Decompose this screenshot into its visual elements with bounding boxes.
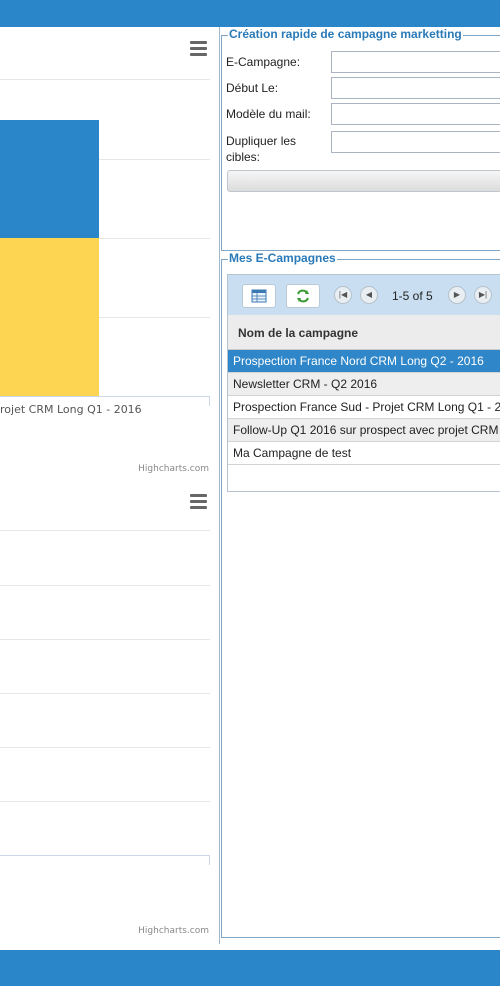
gridline [0,693,210,694]
chart-panel: Highcharts.com [0,482,219,944]
mail-template-label: Modèle du mail: [226,107,311,121]
first-page-icon[interactable]: |◀ [334,286,352,304]
bar-chart-panel: rojet CRM Long Q1 - 2016 Highcharts.com [0,27,219,482]
table-view-icon[interactable] [242,284,276,308]
table-row[interactable]: Prospection France Sud - Projet CRM Long… [228,396,500,419]
duplicate-targets-input[interactable] [331,131,500,153]
gridline [0,585,210,586]
grid-toolbar: |◀ ◀ 1-5 of 5 ▶ ▶| [228,275,500,316]
x-axis-line [0,855,210,856]
pager-info: 1-5 of 5 [392,289,433,303]
bottom-footer-bar [0,950,500,986]
top-header-bar [0,0,500,27]
table-row[interactable]: Prospection France Nord CRM Long Q2 - 20… [228,350,500,373]
hamburger-menu-icon[interactable] [190,494,207,512]
x-axis-tick [209,855,210,865]
last-page-icon[interactable]: ▶| [474,286,492,304]
next-page-icon[interactable]: ▶ [448,286,466,304]
column-header-campaign-name[interactable]: Nom de la campagne [228,315,500,350]
refresh-icon[interactable] [286,284,320,308]
my-campaigns-panel: Mes E-Campagnes |◀ ◀ 1-5 of 5 ▶ ▶| Nom d… [221,251,500,938]
submit-button[interactable] [227,170,500,192]
duplicate-targets-label: Dupliquer les cibles: [226,134,297,164]
debut-date-label: Début Le: [226,81,279,95]
gridline [0,79,210,80]
table-row[interactable]: Newsletter CRM - Q2 2016 [228,373,500,396]
ecampagne-label: E-Campagne: [226,55,301,69]
mail-template-input[interactable] [331,103,500,125]
panel-divider [219,27,220,944]
chart-credits-link[interactable]: Highcharts.com [138,464,209,474]
hamburger-menu-icon[interactable] [190,41,207,59]
gridline [0,801,210,802]
form-legend: Création rapide de campagne marketting [228,27,463,41]
campaigns-legend: Mes E-Campagnes [228,251,337,265]
chart-bar[interactable] [0,238,99,396]
gridline [0,530,210,531]
x-axis-category-label: rojet CRM Long Q1 - 2016 [0,403,142,416]
debut-date-input[interactable] [331,77,500,99]
chart-bar[interactable] [0,120,99,238]
campaigns-grid: |◀ ◀ 1-5 of 5 ▶ ▶| Nom de la campagne Pr… [227,274,500,492]
gridline [0,747,210,748]
ecampagne-input[interactable] [331,51,500,73]
quick-campaign-form: Création rapide de campagne marketting E… [221,27,500,251]
chart-credits-link[interactable]: Highcharts.com [138,926,209,936]
x-axis-tick [209,396,210,406]
x-axis-line [0,396,210,397]
table-row[interactable]: Ma Campagne de test [228,442,500,465]
table-row[interactable]: Follow-Up Q1 2016 sur prospect avec proj… [228,419,500,442]
gridline [0,639,210,640]
previous-page-icon[interactable]: ◀ [360,286,378,304]
